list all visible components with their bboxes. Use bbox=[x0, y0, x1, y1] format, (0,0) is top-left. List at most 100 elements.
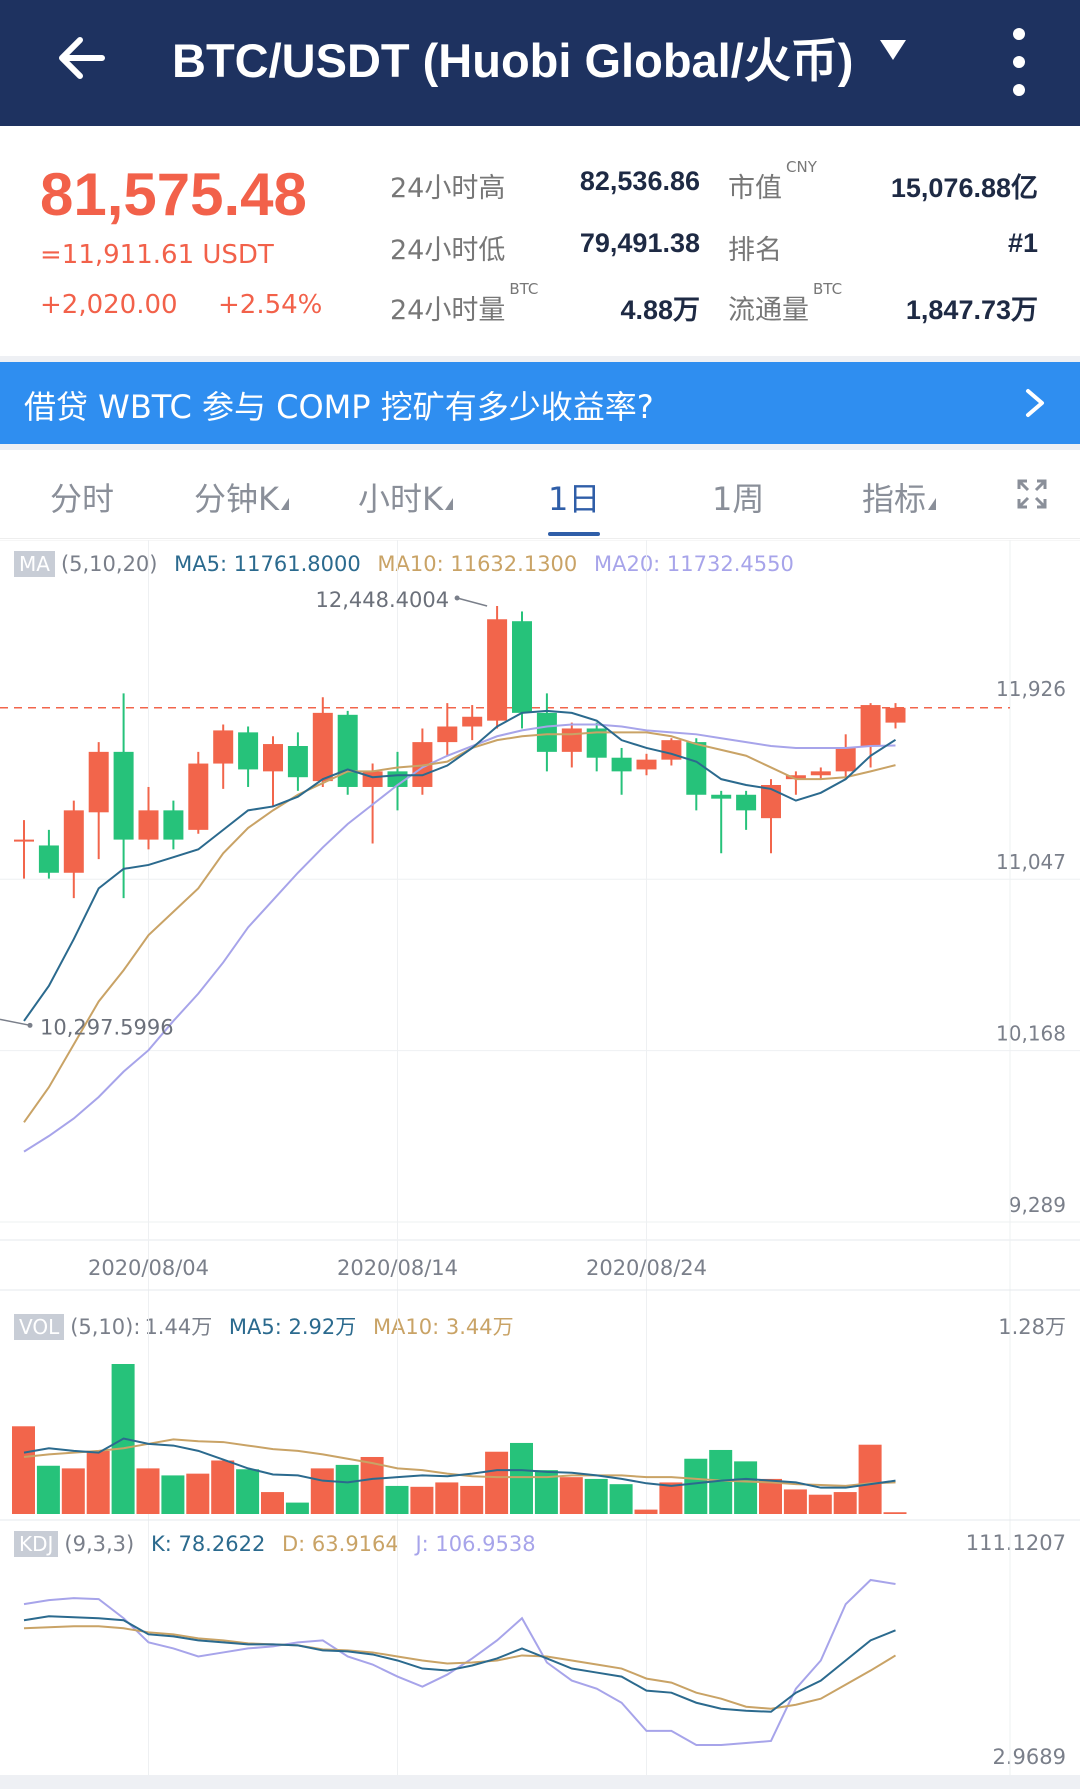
candle-body bbox=[711, 794, 732, 799]
tab-indicators[interactable]: 指标 bbox=[862, 474, 937, 520]
volume-bar bbox=[285, 1502, 309, 1514]
candle-body bbox=[188, 763, 209, 830]
dropdown-triangle-icon bbox=[928, 498, 937, 510]
candle-body bbox=[736, 794, 757, 811]
dropdown-triangle-icon bbox=[445, 498, 453, 510]
volume-bar bbox=[236, 1469, 260, 1514]
arrow-left-icon[interactable] bbox=[52, 28, 112, 88]
volume-bar bbox=[609, 1484, 633, 1514]
candle-body bbox=[113, 751, 134, 840]
volume-bar bbox=[136, 1468, 160, 1514]
x-tick-label: 2020/08/14 bbox=[337, 1256, 458, 1280]
caret-down-icon[interactable] bbox=[880, 40, 906, 60]
stat-value-low: 79,491.38 bbox=[579, 228, 700, 258]
candle-body bbox=[487, 619, 508, 721]
volume-bar bbox=[833, 1492, 857, 1514]
tab-timeshare[interactable]: 分时 bbox=[50, 474, 114, 520]
candle-body bbox=[885, 707, 906, 723]
more-vertical-icon[interactable] bbox=[1005, 22, 1033, 102]
volume-bar bbox=[510, 1442, 533, 1514]
candle-body bbox=[38, 845, 59, 873]
stat-label-market-cap: 市值CNY bbox=[728, 158, 817, 204]
app-header: BTC/USDT (Huobi Global/火币) bbox=[0, 0, 1080, 126]
stat-value-circulating: 1,847.73万 bbox=[905, 295, 1038, 325]
usdt-equivalent: =11,911.61 USDT bbox=[40, 240, 274, 270]
x-tick-label: 2020/08/24 bbox=[586, 1256, 707, 1280]
candle-body bbox=[138, 810, 159, 840]
kline-chart[interactable]: 11,047 10,168 9,289 2020/08/04 2020/08/14 202… bbox=[0, 540, 1080, 1780]
y-tick-label: 11,047 bbox=[996, 850, 1066, 874]
y-tick-label: 9,289 bbox=[1009, 1193, 1066, 1217]
stat-value-volume: 4.88万 bbox=[620, 295, 700, 325]
stat-value-market-cap: 15,076.88亿 bbox=[890, 173, 1038, 203]
candle-body bbox=[686, 742, 707, 795]
stat-value-rank: #1 bbox=[1007, 228, 1038, 258]
candle-body bbox=[263, 744, 283, 772]
volume-bar bbox=[161, 1475, 185, 1514]
low-label: 10,297.5996 bbox=[40, 1015, 174, 1039]
volume-bar bbox=[684, 1458, 708, 1514]
volume-bar bbox=[211, 1460, 235, 1514]
last-price: 81,575.48 bbox=[40, 161, 307, 228]
stat-label-volume: 24小时量BTC bbox=[390, 280, 539, 326]
volume-bar bbox=[36, 1465, 60, 1514]
volume-bar bbox=[808, 1494, 832, 1514]
price-change: +2,020.00 bbox=[40, 290, 178, 320]
volume-bar bbox=[460, 1485, 484, 1514]
volume-bar bbox=[783, 1489, 807, 1514]
candle-body bbox=[337, 714, 358, 787]
volume-bar bbox=[559, 1477, 583, 1514]
volume-bar bbox=[186, 1473, 210, 1514]
volume-bar bbox=[61, 1468, 85, 1514]
tab-1-day[interactable]: 1日 bbox=[548, 474, 600, 520]
candle-body bbox=[14, 839, 34, 842]
candle-body bbox=[213, 730, 234, 764]
candle-body bbox=[636, 759, 657, 770]
candle-body bbox=[88, 751, 109, 813]
promo-banner[interactable]: 借贷 WBTC 参与 COMP 挖矿有多少收益率? bbox=[0, 362, 1080, 444]
stat-label-high: 24小时高 bbox=[390, 173, 506, 204]
candle-body bbox=[512, 621, 532, 713]
page-title[interactable]: BTC/USDT (Huobi Global/火币) bbox=[172, 22, 853, 91]
candle-body bbox=[238, 732, 259, 770]
candle-body bbox=[860, 705, 881, 747]
volume-bar bbox=[759, 1478, 782, 1514]
tab-1-week[interactable]: 1周 bbox=[712, 474, 764, 520]
candle-body bbox=[437, 726, 458, 743]
dropdown-triangle-icon bbox=[281, 498, 289, 510]
candle-body bbox=[312, 712, 333, 782]
volume-bar bbox=[435, 1482, 459, 1514]
y-tick-label: 10,168 bbox=[996, 1022, 1066, 1046]
volume-bar bbox=[485, 1451, 509, 1514]
candle-body bbox=[611, 757, 632, 772]
volume-bar bbox=[584, 1478, 608, 1514]
volume-bar bbox=[734, 1461, 758, 1514]
volume-bar bbox=[261, 1492, 284, 1514]
x-tick-label: 2020/08/04 bbox=[88, 1256, 209, 1280]
expand-icon[interactable] bbox=[1016, 478, 1048, 510]
banner-text: 借贷 WBTC 参与 COMP 挖矿有多少收益率? bbox=[24, 388, 654, 426]
kdj-k-line bbox=[23, 1615, 896, 1713]
current-price-label: 11,926 bbox=[996, 677, 1066, 701]
interval-tabs: 分时 分钟K 小时K 1日 1周 指标 bbox=[0, 450, 1080, 539]
low-dot bbox=[27, 1022, 33, 1028]
tab-hour-k[interactable]: 小时K bbox=[358, 474, 453, 520]
candle-body bbox=[835, 747, 856, 772]
active-tab-indicator bbox=[548, 532, 600, 536]
candle-body bbox=[163, 810, 184, 840]
stat-label-low: 24小时低 bbox=[390, 235, 506, 266]
chevron-right-icon bbox=[1026, 389, 1044, 417]
tab-minute-k[interactable]: 分钟K bbox=[194, 474, 289, 520]
high-pointer bbox=[456, 597, 488, 607]
volume-bar bbox=[883, 1512, 907, 1514]
price-change-percent: +2.54% bbox=[218, 290, 323, 320]
volume-bar bbox=[858, 1444, 882, 1514]
volume-bar bbox=[385, 1485, 409, 1514]
volume-bar bbox=[659, 1482, 683, 1514]
volume-bar bbox=[634, 1509, 658, 1514]
candle-body bbox=[561, 728, 582, 752]
stat-label-rank: 排名 bbox=[728, 235, 782, 266]
ma5-line bbox=[23, 709, 897, 1022]
candle-body bbox=[362, 771, 383, 787]
volume-bar bbox=[86, 1450, 110, 1514]
